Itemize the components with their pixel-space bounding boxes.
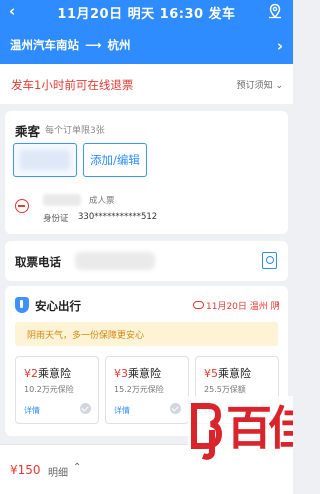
location-pin-icon[interactable] <box>267 3 283 19</box>
insurance-name: 乘意险 <box>128 367 161 380</box>
check-circle-icon[interactable] <box>170 403 181 414</box>
id-type-label: 身份证 <box>43 214 69 224</box>
order-page: ‹ 11月20日 明天 16:30 发车 温州汽车南站 ⟶ 杭州 › 发车1小时前可… <box>0 0 293 494</box>
watermark-text: 百佳 <box>226 401 293 455</box>
remove-passenger-icon[interactable] <box>15 199 29 213</box>
shield-icon <box>15 297 29 313</box>
top-bar: ‹ 11月20日 明天 16:30 发车 温州汽车南站 ⟶ 杭州 › <box>0 0 293 64</box>
insurance-detail-link[interactable]: 详情 <box>24 405 40 416</box>
pickup-phone-label: 取票电话 <box>15 255 61 269</box>
insurance-option-name: ¥3乘意险 <box>114 365 161 381</box>
chevron-down-icon: ⌄ <box>275 81 283 91</box>
refund-notice: 发车1小时前可在线退票 预订须知 ⌄ <box>0 64 293 104</box>
weather-tip-text: 阴雨天气，多一份保障更安心 <box>27 331 145 341</box>
weather-info[interactable]: 11月20日 温州 阴 <box>206 299 280 312</box>
watermark-mark-icon <box>191 403 222 460</box>
route-origin: 温州汽车南站 <box>10 38 79 52</box>
passenger-name-redacted <box>43 194 81 206</box>
passenger-limit-note: 每个订单限3张 <box>45 126 105 136</box>
passenger-chip-name-redacted <box>20 150 70 170</box>
chevron-right-icon: › <box>276 37 283 55</box>
chevron-up-icon[interactable]: ⌃ <box>73 462 81 473</box>
chevron-right-icon: › <box>275 297 280 310</box>
passenger-chip[interactable] <box>13 143 77 177</box>
booking-notes-link[interactable]: 预订须知 ⌄ <box>237 78 283 91</box>
insurance-detail-link[interactable]: 详情 <box>114 405 130 416</box>
insurance-name: 乘意险 <box>38 367 71 380</box>
insurance-name: 乘意险 <box>218 367 251 380</box>
passenger-card: 乘客 每个订单限3张 添加/编辑 成人票 身份证 330***********5… <box>5 111 288 234</box>
insurance-option-name: ¥2乘意险 <box>24 365 71 381</box>
cloud-icon <box>193 301 204 309</box>
id-number: 330***********512 <box>78 212 158 222</box>
passenger-title: 乘客 <box>15 124 41 139</box>
pickup-phone-card: 取票电话 <box>5 241 288 281</box>
insurance-price: ¥3 <box>114 367 128 380</box>
add-edit-passenger-button[interactable]: 添加/编辑 <box>83 143 147 177</box>
price-detail-link[interactable]: 明细 <box>48 464 68 479</box>
insurance-option[interactable]: ¥3乘意险 15.2万元保险 详情 <box>105 356 189 424</box>
route-destination: 杭州 <box>107 38 131 52</box>
weather-tip: 阴雨天气，多一份保障更安心 <box>15 322 278 346</box>
refund-notice-text: 发车1小时前可在线退票 <box>11 78 134 92</box>
ticket-type: 成人票 <box>89 196 115 206</box>
route-text: 温州汽车南站 ⟶ 杭州 <box>10 37 131 53</box>
insurance-coverage: 25.5万保额 <box>204 385 246 394</box>
booking-notes-label: 预订须知 <box>236 81 273 91</box>
contacts-book-icon[interactable] <box>262 252 277 269</box>
insurance-price: ¥5 <box>204 367 218 380</box>
insurance-price: ¥2 <box>24 367 38 380</box>
route-arrow-icon: ⟶ <box>85 38 102 52</box>
watermark-logo: 百佳 <box>188 396 293 494</box>
insurance-title: 安心出行 <box>35 299 81 313</box>
check-circle-icon[interactable] <box>80 403 91 414</box>
insurance-option[interactable]: ¥2乘意险 10.2万元保险 详情 <box>15 356 99 424</box>
total-price: ¥150 <box>10 463 41 477</box>
insurance-option-name: ¥5乘意险 <box>204 365 251 381</box>
route-bar[interactable]: 温州汽车南站 ⟶ 杭州 › <box>0 28 293 64</box>
page-title: 11月20日 明天 16:30 发车 <box>57 7 236 22</box>
insurance-coverage: 15.2万元保险 <box>114 385 164 394</box>
insurance-coverage: 10.2万元保险 <box>24 385 74 394</box>
pickup-phone-input[interactable] <box>75 252 155 270</box>
